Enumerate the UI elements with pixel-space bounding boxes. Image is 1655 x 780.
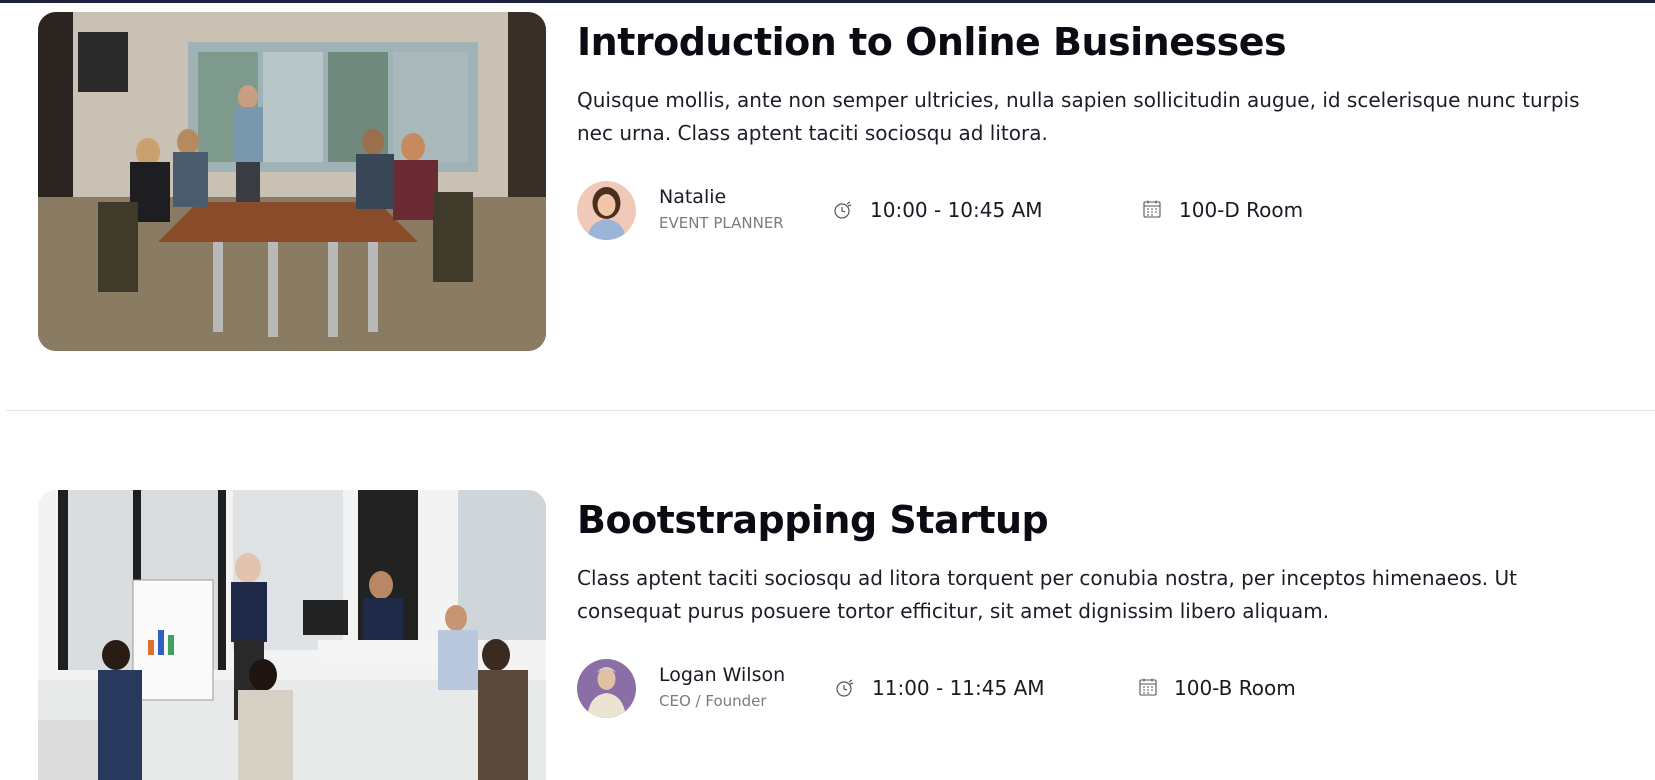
clock-icon: [833, 200, 853, 220]
calendar-icon: [1138, 677, 1158, 697]
session-room: 100-D Room: [1179, 198, 1304, 222]
calendar-icon: [1142, 199, 1162, 219]
speaker-name[interactable]: Natalie: [659, 186, 726, 208]
session-title[interactable]: Bootstrapping Startup: [577, 498, 1049, 542]
session-room: 100-B Room: [1174, 676, 1296, 700]
session-photo[interactable]: [38, 12, 546, 351]
speaker-name[interactable]: Logan Wilson: [659, 664, 785, 686]
top-accent-bar: [0, 0, 1655, 3]
session-divider: [6, 410, 1655, 411]
session-description: Class aptent taciti sociosqu ad litora t…: [577, 566, 1517, 623]
session-description: Quisque mollis, ante non semper ultricie…: [577, 88, 1580, 145]
session-title[interactable]: Introduction to Online Businesses: [577, 20, 1287, 64]
speaker-avatar[interactable]: [577, 181, 636, 240]
speaker-avatar[interactable]: [577, 659, 636, 718]
session-time: 11:00 - 11:45 AM: [872, 676, 1045, 700]
session-time: 10:00 - 10:45 AM: [870, 198, 1043, 222]
session-meta: Logan Wilson CEO / Founder 11:00 - 11:45…: [577, 658, 1577, 718]
speaker-role: CEO / Founder: [659, 692, 767, 710]
session-meta: Natalie EVENT PLANNER 10:00 - 10:45 AM 1…: [577, 180, 1577, 240]
speaker-role: EVENT PLANNER: [659, 214, 784, 232]
session-photo[interactable]: [38, 490, 546, 780]
clock-icon: [835, 678, 855, 698]
